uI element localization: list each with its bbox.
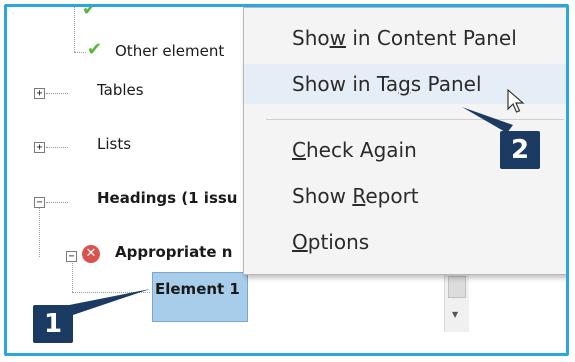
callout-2-leader	[462, 107, 513, 133]
screenshot-frame: ✔ ✔ Other element + Tables + Lists − Hea…	[4, 4, 569, 356]
callout-1: 1	[33, 305, 73, 343]
callout-2: 2	[500, 131, 540, 169]
callout-leaders	[59, 107, 513, 317]
